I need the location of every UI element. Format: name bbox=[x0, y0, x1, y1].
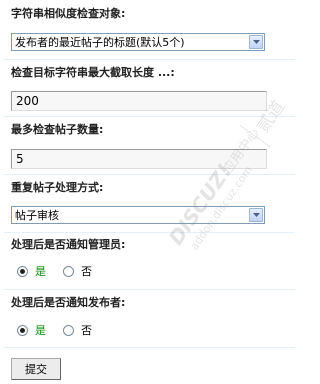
notify-admin-no-radio[interactable] bbox=[63, 266, 74, 277]
submit-button[interactable]: 提交 bbox=[11, 358, 61, 380]
notify-author-label: 处理后是否通知发布者: bbox=[11, 296, 126, 309]
notify-admin-yes-radio[interactable] bbox=[17, 266, 28, 277]
notify-author-no-radio[interactable] bbox=[63, 325, 74, 336]
target-label: 字符串相似度检查对象: bbox=[11, 7, 126, 20]
divider bbox=[4, 59, 295, 60]
target-select-value: 发布者的最近帖子的标题(默认5个) bbox=[15, 36, 185, 49]
notify-admin-label: 处理后是否通知管理员: bbox=[11, 238, 126, 251]
max-length-label: 检查目标字符串最大截取长度 ...: bbox=[11, 66, 175, 79]
max-posts-label: 最多检查帖子数量: bbox=[11, 123, 104, 136]
watermark-brand: DISCUZ! bbox=[164, 159, 237, 249]
notify-author-no-label[interactable]: 否 bbox=[81, 324, 92, 338]
discuz-watermark-logo: DISCUZ! 应用中心 addon.discuz.com 贰道 bbox=[164, 97, 290, 252]
duplicate-action-label: 重复帖子处理方式: bbox=[11, 181, 104, 194]
divider bbox=[4, 289, 295, 290]
max-length-input[interactable] bbox=[11, 91, 267, 111]
notify-author-yes-radio[interactable] bbox=[17, 325, 28, 336]
notify-admin-radio-group: 是 否 bbox=[13, 265, 103, 279]
duplicate-action-select[interactable]: 帖子审核 bbox=[11, 206, 265, 224]
divider bbox=[4, 116, 295, 117]
notify-author-radio-group: 是 否 bbox=[13, 324, 103, 338]
chevron-down-icon[interactable] bbox=[249, 35, 263, 49]
notify-author-yes-label[interactable]: 是 bbox=[35, 324, 46, 338]
divider bbox=[4, 232, 295, 233]
notify-admin-no-label[interactable]: 否 bbox=[81, 265, 92, 279]
max-posts-input[interactable] bbox=[11, 149, 267, 169]
divider bbox=[4, 347, 295, 348]
chevron-down-icon[interactable] bbox=[249, 208, 263, 222]
duplicate-action-select-value: 帖子审核 bbox=[15, 209, 59, 222]
divider bbox=[4, 174, 295, 175]
notify-admin-yes-label[interactable]: 是 bbox=[35, 265, 46, 279]
target-select[interactable]: 发布者的最近帖子的标题(默认5个) bbox=[11, 33, 265, 51]
